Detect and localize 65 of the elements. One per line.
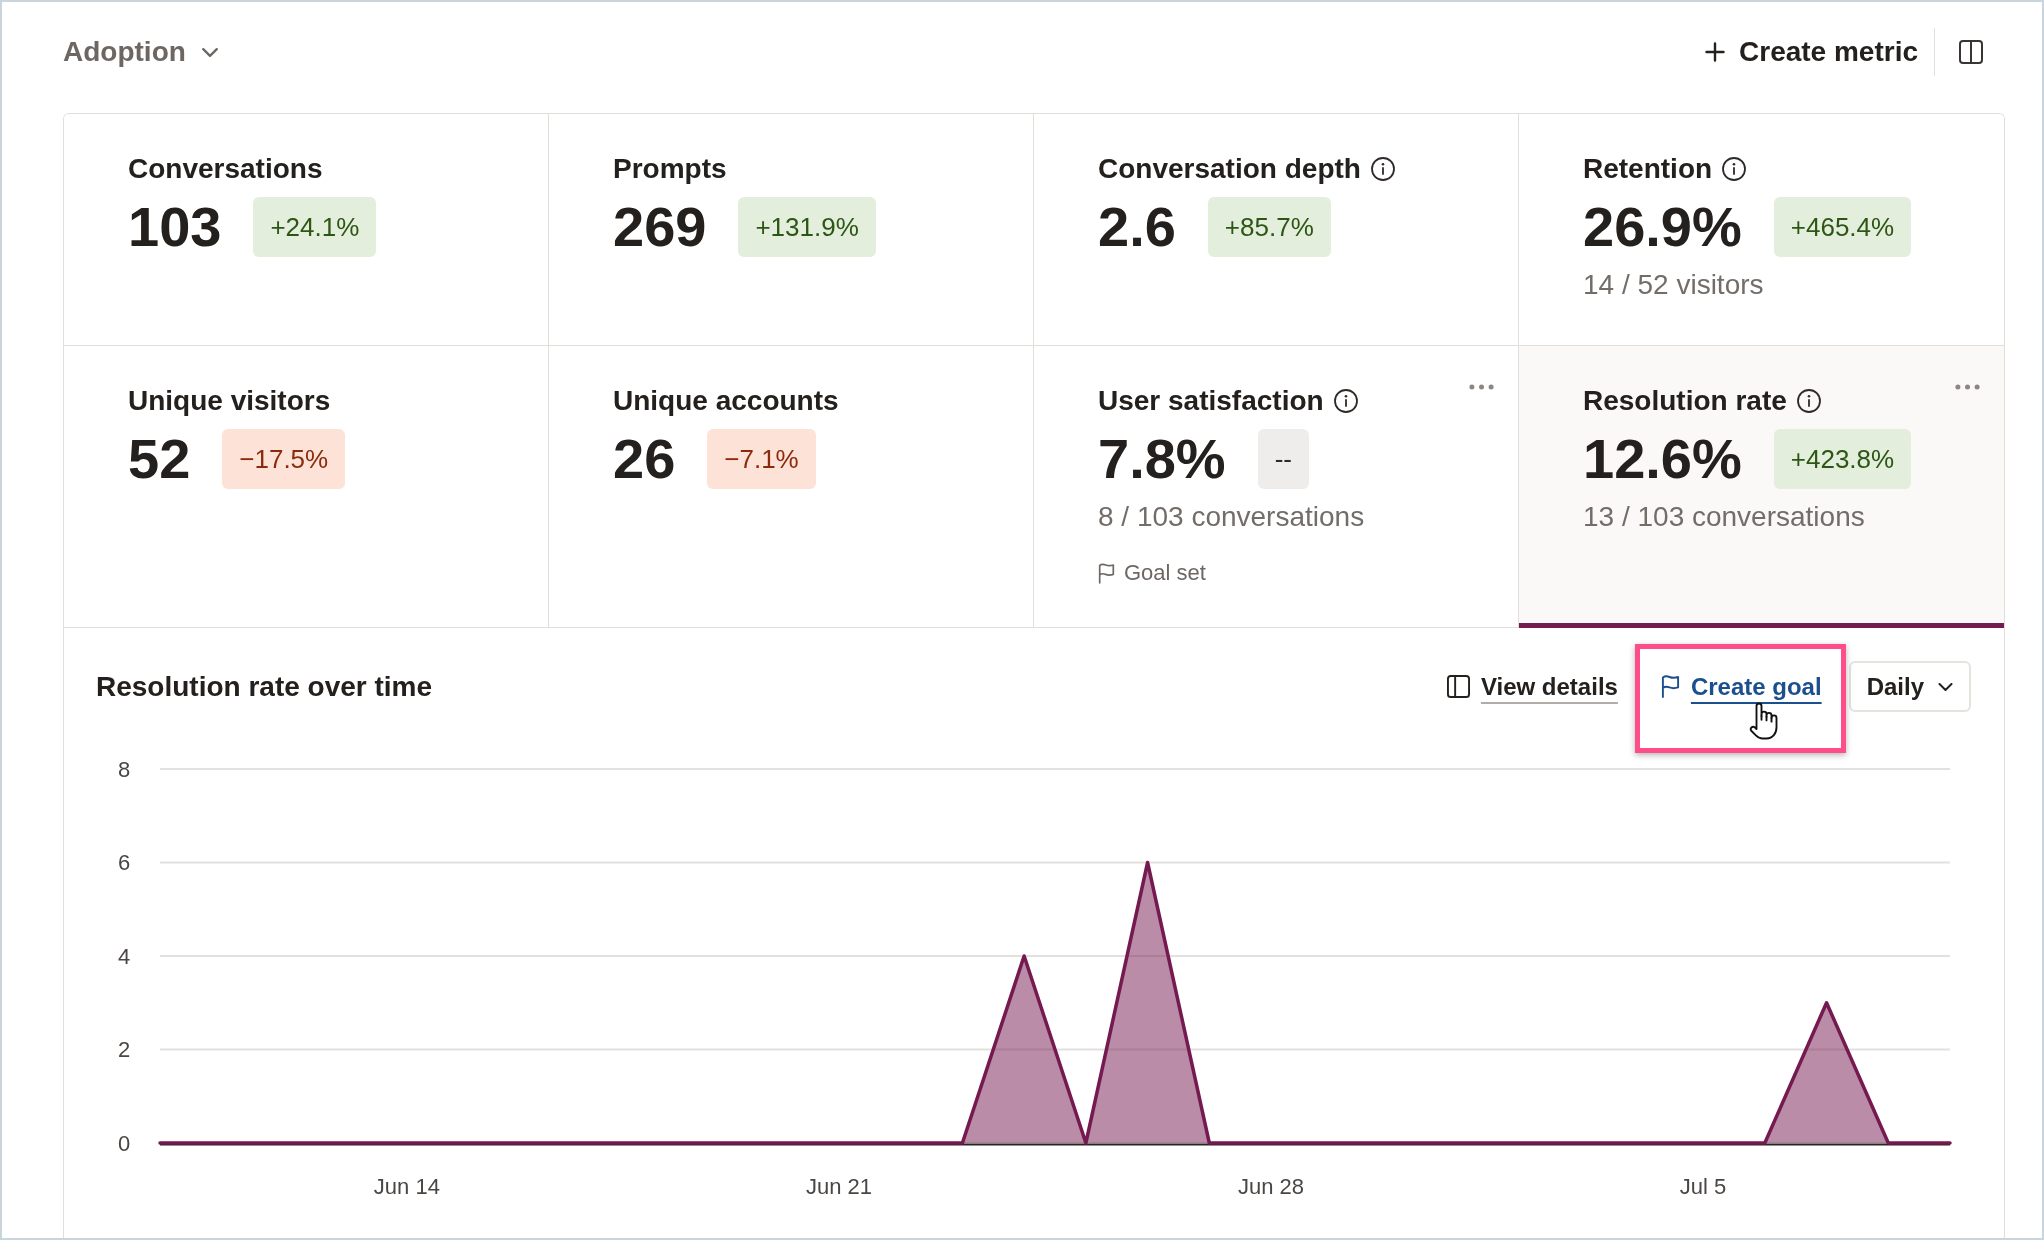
action-link[interactable]: View details	[1446, 671, 1618, 702]
metric-subtitle: 8 / 103 conversations	[1098, 500, 1366, 534]
panel-left-icon	[1446, 675, 1470, 698]
metric-value: 269	[613, 197, 707, 257]
metric-title: Unique accounts	[613, 384, 839, 418]
change-badge: −7.1%	[707, 429, 816, 489]
metric-title: Conversations	[128, 152, 323, 186]
metric-value: 2.6	[1098, 197, 1176, 257]
metric-title: Unique visitors	[128, 384, 331, 418]
y-axis-label: 2	[117, 1037, 131, 1062]
x-axis-label: Jun 28	[1238, 1173, 1305, 1199]
metric-value: 52	[128, 429, 191, 489]
metric-value: 7.8%	[1098, 429, 1226, 489]
change-badge: +423.8%	[1773, 429, 1912, 489]
flag-icon	[1660, 675, 1680, 698]
metric-subtitle: 13 / 103 conversations	[1583, 500, 1866, 534]
create-metric-button[interactable]: Create metric	[1705, 35, 1918, 69]
metric-card[interactable]: Prompts 269 +131.9%	[549, 114, 1034, 346]
action-link[interactable]: Create goal	[1660, 671, 1822, 702]
metric-title: Prompts	[613, 152, 727, 186]
section-dropdown[interactable]: Adoption	[63, 35, 218, 69]
more-icon[interactable]	[1955, 384, 1980, 390]
change-badge: +465.4%	[1773, 197, 1912, 257]
chevron-down-icon	[201, 47, 218, 57]
metric-value: 103	[128, 197, 222, 257]
goal-status: Goal set	[1124, 559, 1206, 587]
info-icon[interactable]	[1722, 157, 1747, 181]
metric-card[interactable]: Unique visitors 52 −17.5%	[64, 346, 549, 628]
metric-card[interactable]: Conversation depth 2.6 +85.7%	[1034, 114, 1519, 346]
metric-title: Retention	[1583, 152, 1713, 186]
change-badge: --	[1257, 429, 1309, 489]
columns-icon[interactable]	[1959, 40, 1983, 64]
metric-card[interactable]: Resolution rate 12.6% +423.8% 13 / 103 conversations	[1519, 346, 2004, 628]
flag-icon	[1098, 562, 1115, 584]
change-badge: +85.7%	[1207, 197, 1331, 257]
metric-value: 26	[613, 429, 676, 489]
chevron-down-icon	[1938, 682, 1953, 691]
metric-card[interactable]: Conversations 103 +24.1%	[64, 114, 549, 346]
x-axis-label: Jun 14	[373, 1173, 440, 1199]
interval-dropdown[interactable]: Daily	[1848, 661, 1971, 712]
change-badge: +24.1%	[253, 197, 377, 257]
change-badge: −17.5%	[222, 429, 346, 489]
metric-title: Conversation depth	[1098, 152, 1361, 186]
plus-icon	[1705, 42, 1725, 62]
metric-subtitle: 14 / 52 visitors	[1583, 268, 1765, 302]
chart-title: Resolution rate over time	[96, 669, 433, 704]
metric-title: Resolution rate	[1583, 384, 1787, 418]
metric-card[interactable]: Unique accounts 26 −7.1%	[549, 346, 1034, 628]
y-axis-label: 4	[117, 943, 131, 969]
x-axis-label: Jul 5	[1679, 1173, 1727, 1199]
metric-title: User satisfaction	[1098, 384, 1324, 418]
metric-value: 12.6%	[1583, 429, 1742, 489]
metric-card[interactable]: Retention 26.9% +465.4% 14 / 52 visitors	[1519, 114, 2004, 346]
more-icon[interactable]	[1469, 384, 1494, 390]
y-axis-label: 6	[117, 850, 131, 875]
info-icon[interactable]	[1796, 389, 1821, 413]
metric-value: 26.9%	[1583, 197, 1742, 257]
metric-card[interactable]: User satisfaction 7.8% -- 8 / 103 conversations Goal set	[1034, 346, 1519, 628]
x-axis-label: Jun 21	[805, 1173, 872, 1199]
y-axis-label: 8	[117, 756, 131, 782]
info-icon[interactable]	[1370, 157, 1395, 181]
hand-cursor-icon	[1748, 701, 1779, 740]
y-axis-label: 0	[117, 1130, 131, 1156]
info-icon[interactable]	[1333, 389, 1358, 413]
change-badge: +131.9%	[738, 197, 876, 257]
